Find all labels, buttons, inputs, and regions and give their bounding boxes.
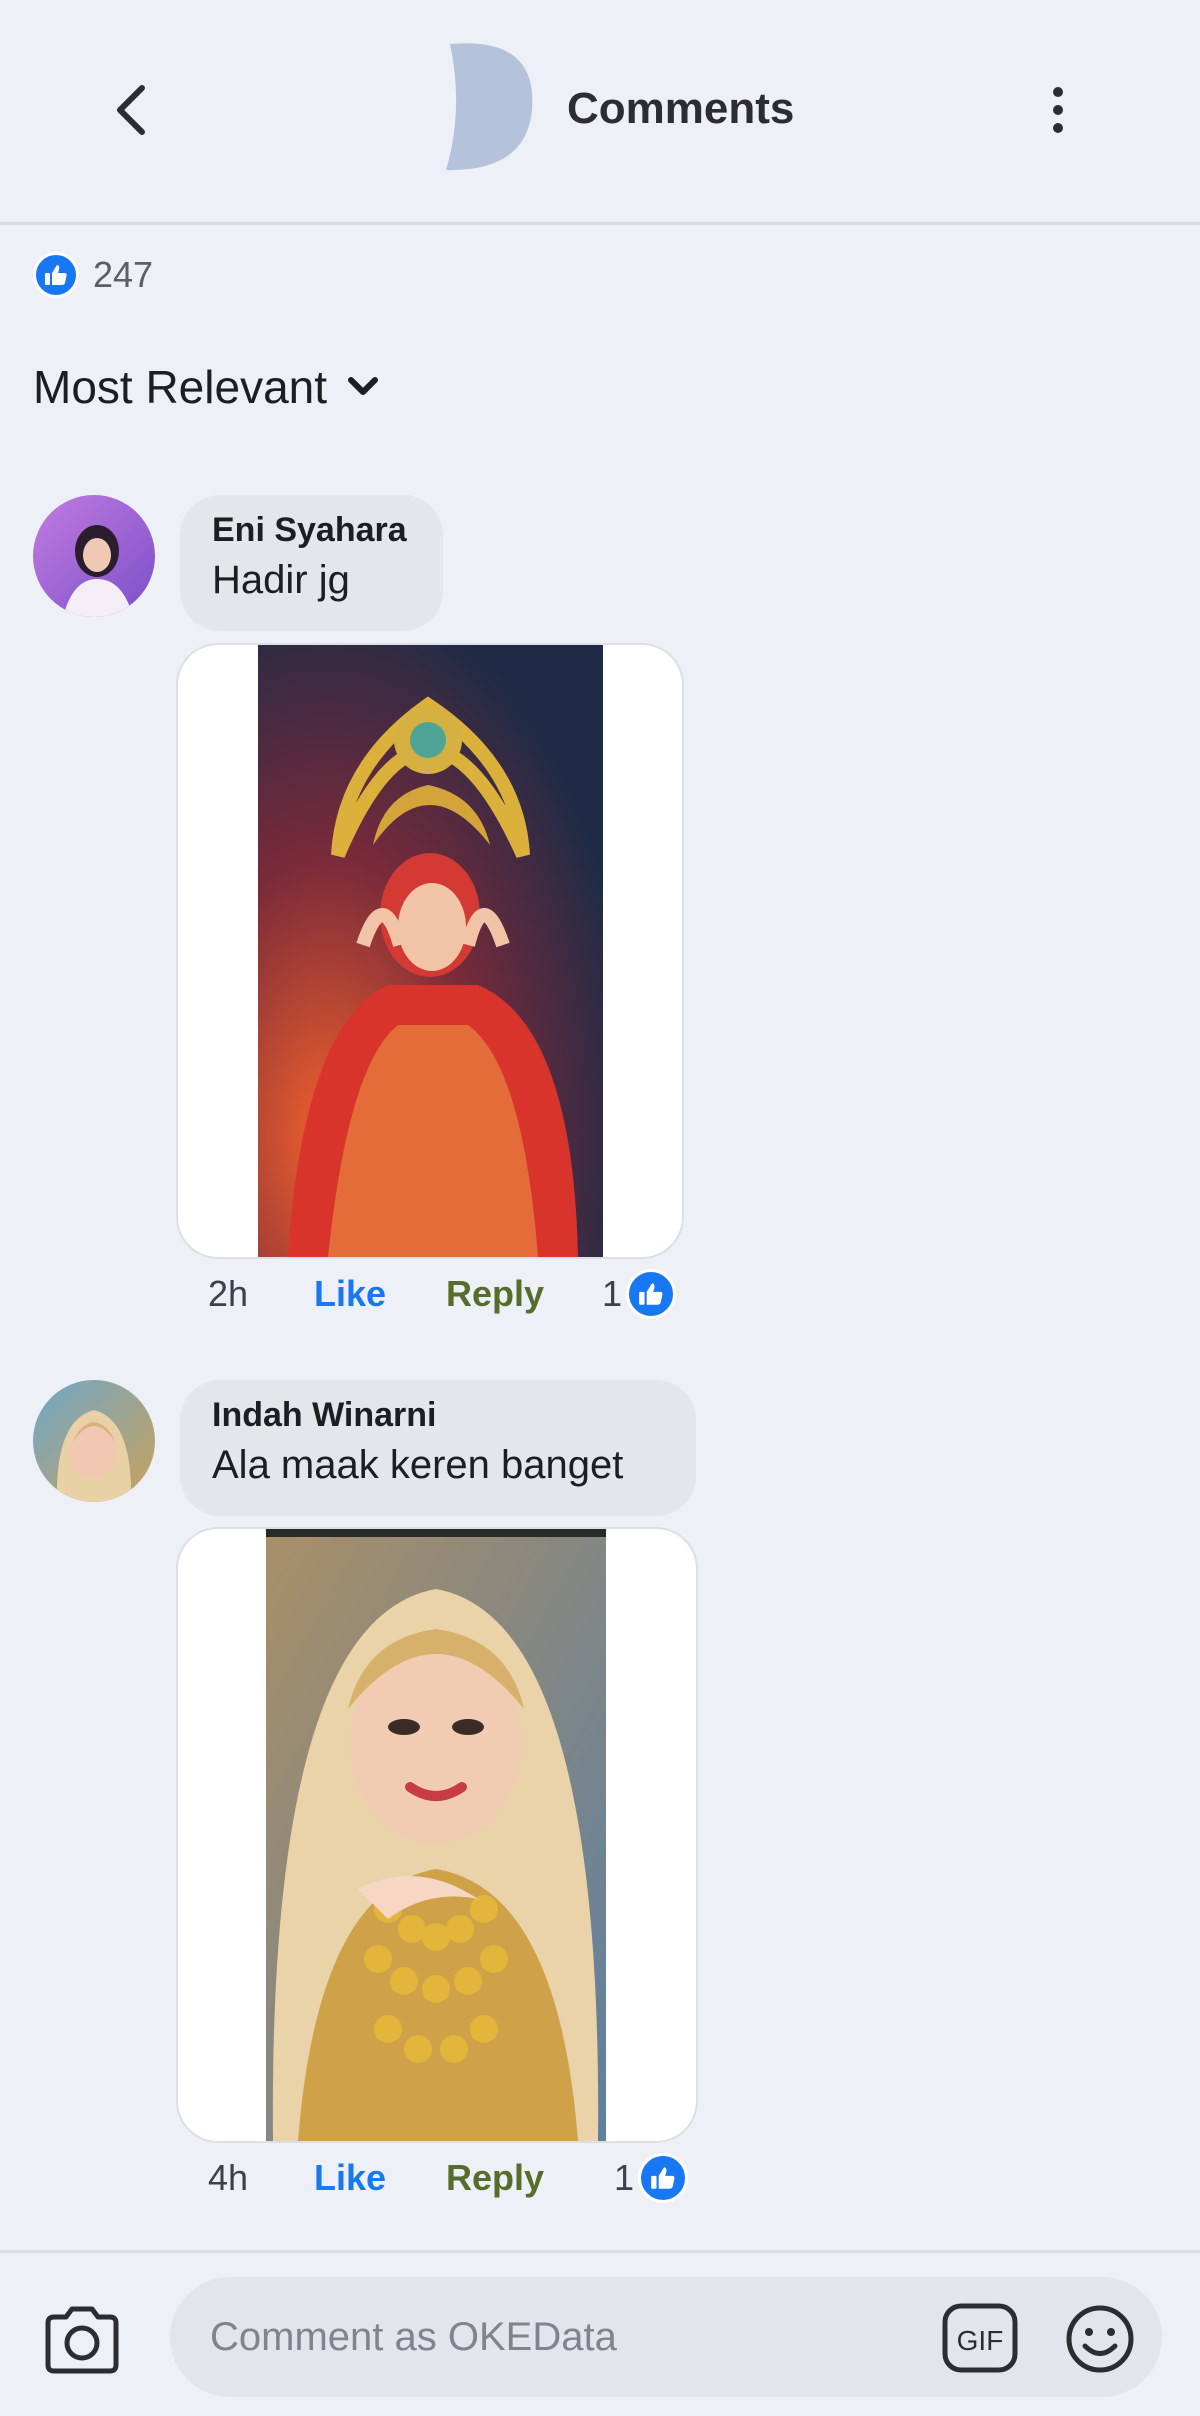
comment-like-count: 1 [614,2157,635,2198]
like-button[interactable]: Like [314,1273,446,1315]
back-arrow-icon[interactable] [108,82,158,138]
comment-time: 2h [208,1273,249,1314]
like-thumb-icon [638,2153,689,2203]
emoji-icon[interactable] [1064,2303,1136,2375]
comment-image[interactable] [176,1527,698,2143]
like-button[interactable]: Like [314,2157,446,2199]
camera-icon[interactable] [40,2303,124,2377]
reply-button[interactable]: Reply [446,1273,602,1315]
comment-text: Hadir jg [212,558,350,602]
comment-text: Ala maak keren banget [212,1443,624,1487]
chevron-down-icon [348,377,379,395]
gif-label: GIF [957,2325,1004,2356]
page-avatar-icon [446,43,533,171]
sort-dropdown[interactable]: Most Relevant [33,360,379,414]
reaction-count: 247 [93,254,154,295]
comment-author[interactable]: Indah Winarni [212,1396,664,1435]
comment-actions: 4h Like Reply 1 [208,2152,689,2204]
comment-composer: GIF [0,2250,1200,2416]
like-thumb-icon [33,252,79,298]
comment-image[interactable] [176,643,684,1259]
more-vertical-icon[interactable] [1040,84,1076,136]
comment-like-count: 1 [602,1273,623,1314]
comment-bubble: Indah Winarni Ala maak keren banget [180,1380,696,1516]
avatar[interactable] [33,1380,155,1502]
comment-time: 4h [208,2157,249,2198]
avatar[interactable] [33,495,155,617]
comment-author[interactable]: Eni Syahara [212,511,411,550]
reactions-summary[interactable]: 247 [33,250,153,300]
sort-label: Most Relevant [33,361,328,413]
like-thumb-icon [626,1269,677,1319]
comment-bubble: Eni Syahara Hadir jg [180,495,443,631]
reply-button[interactable]: Reply [446,2157,614,2199]
page-title: Comments [567,84,795,133]
gif-icon[interactable]: GIF [942,2303,1018,2373]
top-bar: Comments [0,0,1200,225]
comment-actions: 2h Like Reply 1 [208,1268,677,1320]
